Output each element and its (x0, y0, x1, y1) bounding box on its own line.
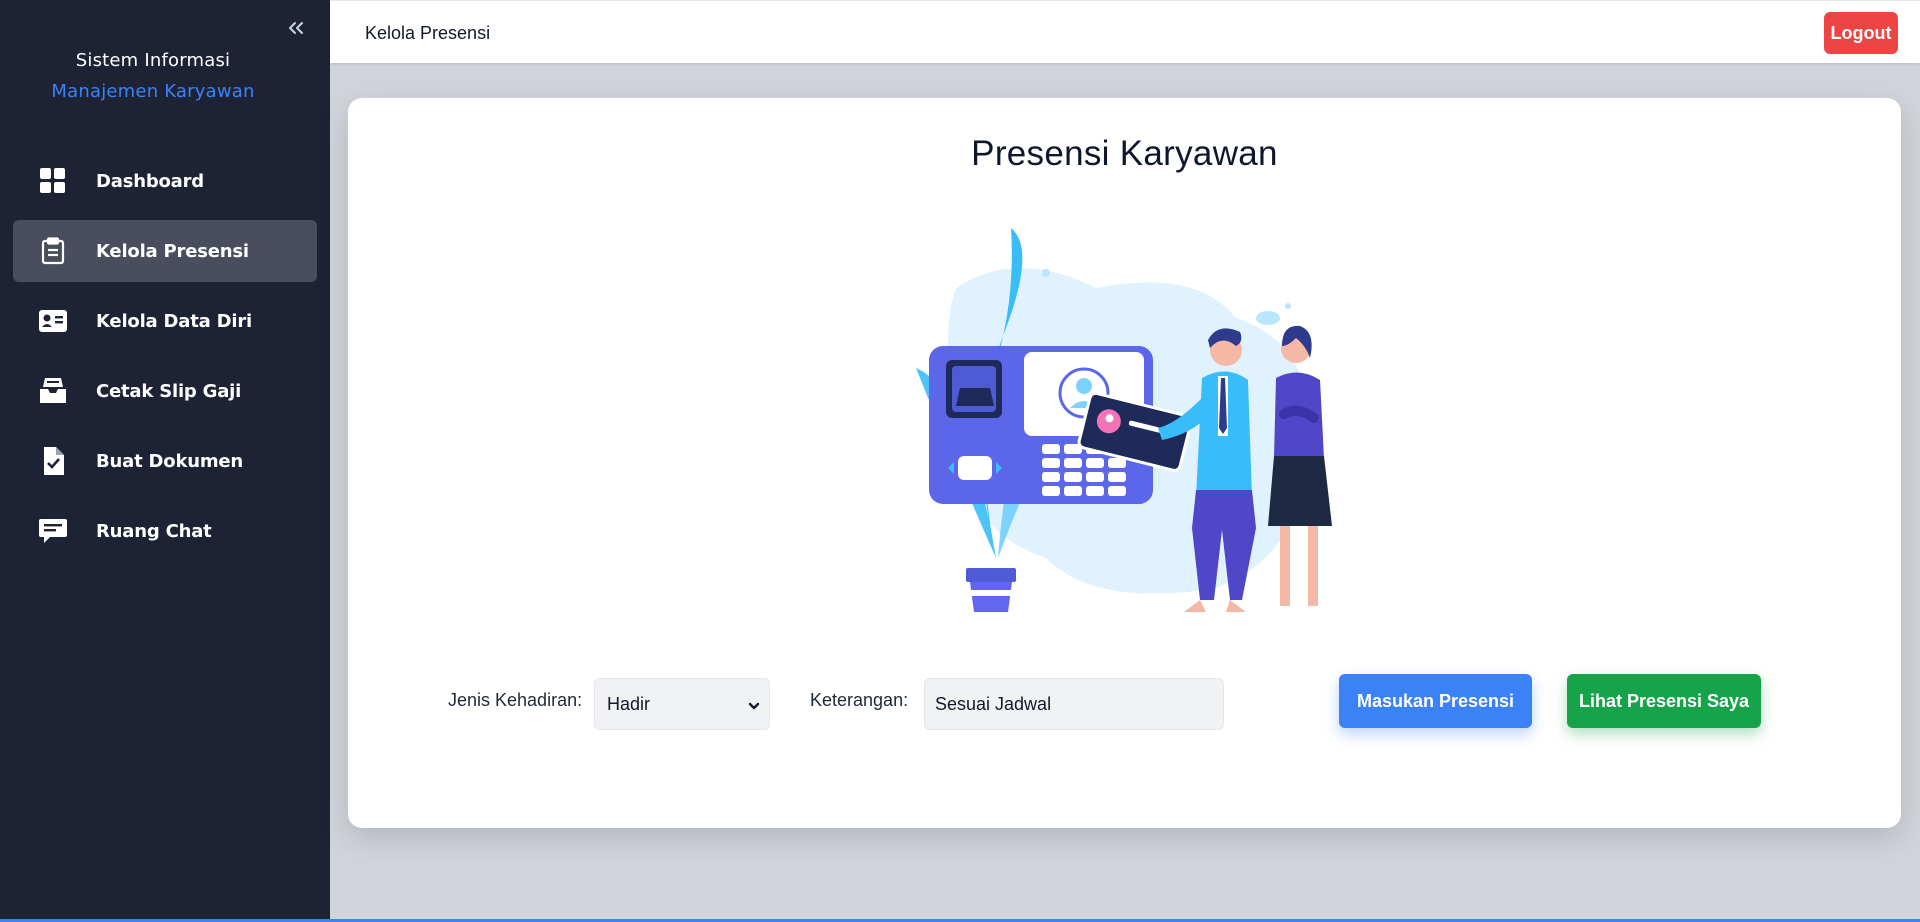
clipboard-icon (39, 237, 67, 265)
dashboard-grid-icon (39, 167, 67, 195)
sidebar-item-dashboard[interactable]: Dashboard (13, 150, 317, 212)
id-card-icon (39, 307, 67, 335)
lihat-presensi-saya-button[interactable]: Lihat Presensi Saya (1567, 674, 1761, 728)
sidebar-item-label: Kelola Presensi (96, 240, 249, 262)
sidebar-item-buat-dokumen[interactable]: Buat Dokumen (13, 430, 317, 492)
chevron-down-icon (747, 697, 761, 718)
sidebar-item-label: Kelola Data Diri (96, 310, 253, 332)
file-check-icon (39, 447, 67, 475)
attendance-illustration (896, 228, 1356, 628)
brand-title: Sistem Informasi (75, 50, 231, 71)
keterangan-label: Keterangan: (810, 690, 909, 710)
sidebar-item-label: Buat Dokumen (96, 450, 244, 472)
jenis-kehadiran-select[interactable]: Hadir (594, 678, 770, 730)
sidebar-item-label: Dashboard (96, 170, 204, 192)
jenis-kehadiran-label: Jenis Kehadiran: (448, 690, 583, 710)
sidebar-item-cetak-slip-gaji[interactable]: Cetak Slip Gaji (13, 360, 317, 422)
sidebar-item-kelola-data-diri[interactable]: Kelola Data Diri (13, 290, 317, 352)
page-title: Presensi Karyawan (971, 134, 1278, 173)
keterangan-input[interactable] (924, 678, 1224, 730)
sidebar-item-kelola-presensi[interactable]: Kelola Presensi (13, 220, 317, 282)
sidebar: Sistem Informasi Manajemen Karyawan Dash… (0, 0, 330, 922)
jenis-kehadiran-value: Hadir (607, 693, 651, 714)
masukan-presensi-button[interactable]: Masukan Presensi (1339, 674, 1532, 728)
presensi-card: Presensi Karyawan Jenis Kehadiran: Hadir… (348, 98, 1901, 828)
collapse-sidebar-icon[interactable] (284, 16, 308, 40)
sidebar-item-label: Ruang Chat (96, 520, 212, 542)
topbar: Kelola Presensi Logout (330, 0, 1920, 63)
sidebar-item-label: Cetak Slip Gaji (96, 380, 242, 402)
sidebar-nav: Dashboard Kelola Presensi Kelola Data Di… (13, 150, 317, 570)
inbox-tray-icon (39, 377, 67, 405)
brand: Sistem Informasi Manajemen Karyawan (0, 50, 306, 102)
brand-subtitle: Manajemen Karyawan (51, 81, 255, 102)
page-breadcrumb: Kelola Presensi (365, 23, 491, 43)
logout-button[interactable]: Logout (1824, 12, 1898, 54)
chat-bubble-icon (39, 517, 67, 545)
sidebar-item-ruang-chat[interactable]: Ruang Chat (13, 500, 317, 562)
